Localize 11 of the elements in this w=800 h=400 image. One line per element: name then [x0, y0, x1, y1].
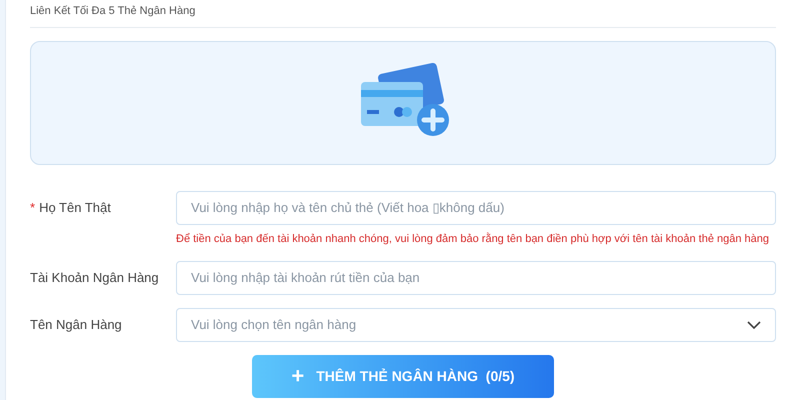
- required-mark: *: [30, 199, 36, 218]
- hint-text: Để tiền của bạn đến tài khoản nhanh chóng, vui lòng đảm bảo rằng tên bạn điền phù hợp với tên tài khoản thẻ ngân hàng: [176, 233, 769, 245]
- add-bank-card-button[interactable]: + THÊM THẺ NGÂN HÀNG (0/5): [252, 354, 554, 398]
- field-label: Tên Ngân Hàng: [30, 316, 122, 334]
- input-field[interactable]: Vui lòng nhập tài khoản rút tiền của bạn: [176, 260, 776, 294]
- field-label: Họ Tên Thật: [39, 199, 111, 218]
- field-label: Tài Khoản Ngân Hàng: [30, 268, 159, 287]
- bank-select[interactable]: Vui lòng chọn tên ngân hàng: [176, 308, 776, 342]
- input-field[interactable]: Vui lòng nhập họ và tên chủ thẻ (Viết hoa ▯không dấu): [176, 191, 776, 225]
- section-heading: Liên Kết Tối Đa 5 Thẻ Ngân Hàng: [30, 4, 196, 19]
- chevron-down-icon: [747, 320, 761, 328]
